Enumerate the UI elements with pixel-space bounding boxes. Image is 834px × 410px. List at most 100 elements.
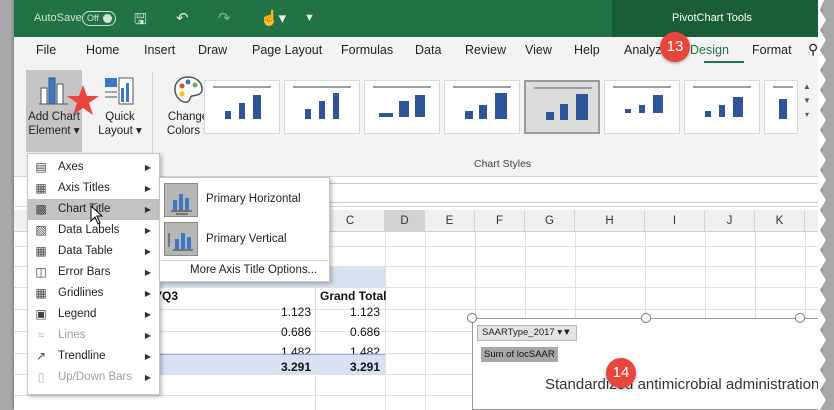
quick-layout-icon[interactable] [104, 76, 136, 106]
menu-item-axes[interactable]: ▤ Axes ▶ [28, 157, 159, 178]
chart-style-thumbnail[interactable] [684, 80, 760, 134]
tab-insert[interactable]: Insert [144, 43, 175, 57]
torn-edge [818, 0, 826, 410]
resize-handle[interactable] [641, 313, 651, 323]
quick-layout-button[interactable]: Quick Layout ▾ [92, 110, 148, 138]
error-bars-icon: ◫ [35, 265, 47, 279]
chart-style-thumbnail-selected[interactable] [524, 80, 600, 134]
chart-styles-group-label: Chart Styles [474, 158, 532, 170]
tab-help[interactable]: Help [574, 43, 600, 57]
menu-item-data-table[interactable]: ▦ Data Table ▶ [28, 241, 159, 262]
column-header[interactable]: I [645, 210, 705, 232]
pivotchart-tools-label: PivotChart Tools [672, 12, 752, 24]
menu-item-lines: ≈ Lines ▶ [28, 325, 159, 346]
more-axis-title-options[interactable]: More Axis Title Options... [160, 264, 329, 280]
step-marker: 13 [660, 32, 690, 62]
chart-value-field-button[interactable]: Sum of locSAAR [481, 347, 558, 362]
menu-item-axis-titles[interactable]: ▦ Axis Titles ▶ [28, 178, 159, 199]
step-marker: 14 [606, 358, 636, 388]
chart-style-thumbnail[interactable] [764, 80, 798, 134]
pivot-value-cell[interactable]: 0.686 [320, 322, 380, 342]
chart-style-thumbnail[interactable] [364, 80, 440, 134]
menu-item-trendline[interactable]: ↗ Trendline ▶ [28, 346, 159, 367]
autosave-label: AutoSave [34, 12, 82, 24]
chart-style-thumbnail[interactable] [284, 80, 360, 134]
chevron-right-icon: ▶ [144, 289, 151, 298]
tab-formulas[interactable]: Formulas [341, 43, 393, 57]
chart-title-icon: ▩ [35, 202, 47, 216]
customize-qat-icon[interactable]: ▼ [304, 12, 315, 24]
axis-titles-icon: ▦ [35, 181, 47, 195]
chevron-right-icon: ▶ [144, 247, 151, 256]
excel-window: AutoSave Off 🖫 ↶ ↷ ☝▾ ▼ PivotChart Tools… [14, 0, 820, 410]
tab-data[interactable]: Data [415, 43, 441, 57]
search-icon[interactable]: ⚲ [808, 41, 818, 58]
add-chart-element-menu: ▤ Axes ▶ ▦ Axis Titles ▶ ▩ Chart Title ▶ ▧ Data… [27, 153, 160, 395]
column-header[interactable]: D [385, 210, 425, 232]
primary-horizontal-icon [164, 183, 198, 217]
axes-icon: ▤ [35, 160, 47, 174]
submenu-item-primary-vertical[interactable]: Primary Vertical [160, 220, 329, 260]
data-labels-icon: ▧ [35, 223, 47, 237]
touch-mode-icon[interactable]: ☝▾ [260, 9, 286, 27]
palette-icon[interactable] [172, 74, 204, 106]
gridlines-icon: ▦ [35, 286, 47, 300]
submenu-separator [161, 260, 328, 261]
tab-page-layout[interactable]: Page Layout [252, 43, 322, 57]
resize-handle[interactable] [467, 313, 477, 323]
chart-style-thumbnail[interactable] [604, 80, 680, 134]
pivot-total-cell[interactable]: 3.291 [251, 357, 311, 377]
lines-icon: ≈ [37, 328, 45, 342]
chevron-right-icon: ▶ [144, 310, 151, 319]
add-chart-element-label: Add Chart Element ▾ [28, 111, 80, 137]
chevron-right-icon: ▶ [144, 226, 151, 235]
chart-style-thumbnail[interactable] [204, 80, 280, 134]
autosave-toggle[interactable]: Off [82, 11, 116, 26]
menu-item-updown-bars: ▯ Up/Down Bars ▶ [28, 367, 159, 388]
tab-draw[interactable]: Draw [198, 43, 227, 57]
active-tab-indicator [704, 61, 744, 63]
legend-icon: ▣ [35, 307, 47, 321]
tab-file[interactable]: File [36, 43, 56, 57]
chevron-right-icon: ▶ [144, 184, 151, 193]
pivot-value-cell[interactable]: 0.686 [251, 322, 311, 342]
updown-bars-icon: ▯ [37, 370, 45, 384]
trendline-icon: ↗ [35, 349, 47, 363]
pivot-value-cell[interactable]: 1.123 [251, 302, 311, 322]
formula-input[interactable] [300, 183, 820, 203]
chart-style-thumbnail[interactable] [444, 80, 520, 134]
chart-filter-button[interactable]: SAARType_2017 ▾▼ [477, 325, 577, 341]
chevron-right-icon: ▶ [144, 268, 151, 277]
gallery-scroll-arrows[interactable]: ▲ ▼ ▾ [800, 80, 814, 136]
chevron-right-icon: ▶ [144, 373, 151, 382]
chevron-right-icon: ▶ [144, 331, 151, 340]
column-header[interactable]: G [525, 210, 575, 232]
tab-view[interactable]: View [525, 43, 552, 57]
menu-item-gridlines[interactable]: ▦ Gridlines ▶ [28, 283, 159, 304]
tab-home[interactable]: Home [86, 43, 119, 57]
column-header[interactable]: K [755, 210, 805, 232]
column-header[interactable]: J [705, 210, 755, 232]
tab-review[interactable]: Review [465, 43, 506, 57]
mouse-cursor-icon [90, 205, 104, 225]
chevron-right-icon: ▶ [144, 352, 151, 361]
column-header[interactable]: F [475, 210, 525, 232]
pivot-total-cell[interactable]: 3.291 [320, 357, 380, 377]
tab-design[interactable]: Design [690, 43, 729, 57]
menu-item-legend[interactable]: ▣ Legend ▶ [28, 304, 159, 325]
save-icon[interactable]: 🖫 [134, 9, 147, 34]
column-header[interactable]: E [425, 210, 475, 232]
chevron-right-icon: ▶ [144, 163, 151, 172]
column-header[interactable]: H [575, 210, 645, 232]
menu-item-error-bars[interactable]: ◫ Error Bars ▶ [28, 262, 159, 283]
tab-format[interactable]: Format [752, 43, 792, 57]
redo-icon[interactable]: ↷ [218, 9, 231, 27]
chart-title-submenu: Primary Horizontal Primary Vertical More… [159, 177, 330, 282]
resize-handle[interactable] [795, 313, 805, 323]
data-table-icon: ▦ [35, 244, 47, 258]
chart-title[interactable]: Standardized antimicrobial administratio… [545, 376, 819, 393]
undo-icon[interactable]: ↶ [176, 9, 189, 27]
pivot-value-cell[interactable]: 1.123 [320, 302, 380, 322]
chevron-right-icon: ▶ [144, 205, 151, 214]
submenu-item-primary-horizontal[interactable]: Primary Horizontal [160, 180, 329, 220]
